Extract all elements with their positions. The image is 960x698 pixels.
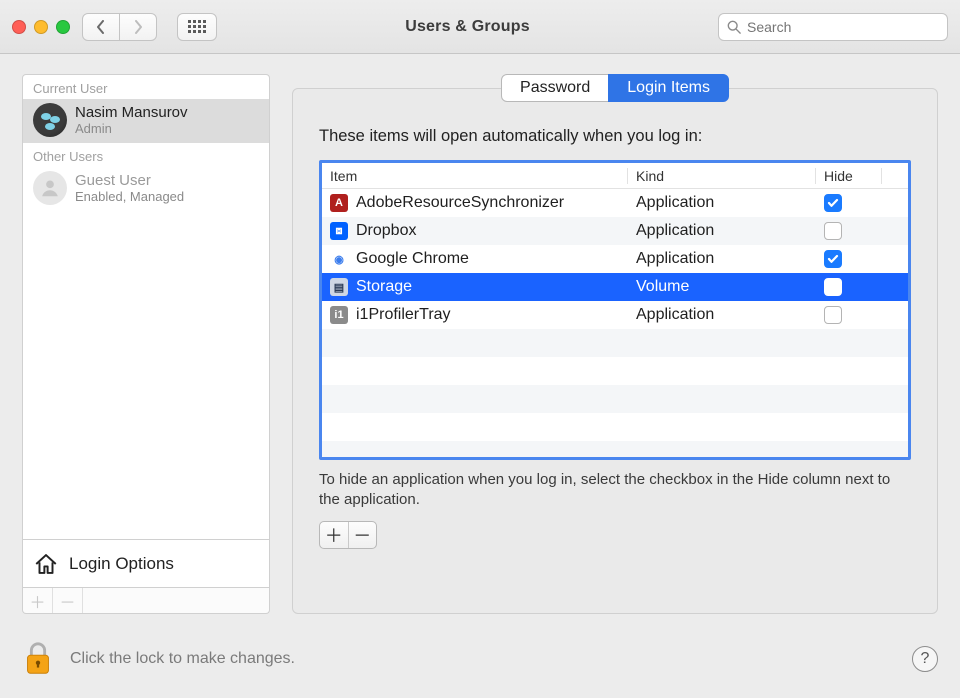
plus-icon: ＋ bbox=[325, 522, 343, 548]
table-row[interactable]: i1 i1ProfilerTray Application bbox=[322, 301, 908, 329]
footer: Click the lock to make changes. ? bbox=[22, 634, 938, 684]
minus-icon: － bbox=[353, 522, 371, 548]
zoom-window-button[interactable] bbox=[56, 20, 70, 34]
item-kind: Application bbox=[628, 194, 816, 212]
lock-icon[interactable] bbox=[22, 640, 54, 678]
section-other-users: Other Users bbox=[23, 143, 269, 167]
item-kind: Volume bbox=[628, 278, 816, 296]
add-user-button[interactable]: ＋ bbox=[23, 588, 53, 613]
login-items-panel: These items will open automatically when… bbox=[292, 88, 938, 614]
remove-login-item-button[interactable]: － bbox=[349, 522, 377, 548]
show-all-prefs-button[interactable] bbox=[177, 13, 217, 41]
user-row-guest[interactable]: Guest User Enabled, Managed bbox=[23, 167, 269, 211]
nav-buttons bbox=[82, 13, 157, 41]
user-name: Guest User bbox=[75, 172, 184, 189]
minimize-window-button[interactable] bbox=[34, 20, 48, 34]
user-role: Admin bbox=[75, 121, 188, 136]
hide-checkbox[interactable] bbox=[824, 250, 842, 268]
hide-checkbox[interactable] bbox=[824, 194, 842, 212]
item-name: Storage bbox=[356, 278, 412, 296]
section-current-user: Current User bbox=[23, 75, 269, 99]
back-button[interactable] bbox=[82, 13, 120, 41]
avatar bbox=[33, 103, 67, 137]
table-header: Item Kind Hide bbox=[322, 163, 908, 189]
titlebar: Users & Groups bbox=[0, 0, 960, 54]
item-name: Dropbox bbox=[356, 222, 416, 240]
search-input[interactable] bbox=[747, 19, 939, 35]
tab-login-items[interactable]: Login Items bbox=[608, 74, 729, 102]
user-sidebar: Current User Nasim Mansurov Admin Other … bbox=[22, 74, 270, 614]
col-hide[interactable]: Hide bbox=[816, 168, 882, 184]
col-item[interactable]: Item bbox=[322, 168, 628, 184]
item-name: i1ProfilerTray bbox=[356, 306, 451, 324]
sidebar-add-remove: ＋ － bbox=[22, 588, 270, 614]
hide-checkbox[interactable] bbox=[824, 306, 842, 324]
hide-checkbox[interactable] bbox=[824, 278, 842, 296]
close-window-button[interactable] bbox=[12, 20, 26, 34]
col-kind[interactable]: Kind bbox=[628, 168, 816, 184]
tab-password[interactable]: Password bbox=[501, 74, 609, 102]
table-row[interactable]: ▤ Storage Volume bbox=[322, 273, 908, 301]
item-kind: Application bbox=[628, 222, 816, 240]
add-login-item-button[interactable]: ＋ bbox=[320, 522, 349, 548]
window-title: Users & Groups bbox=[229, 18, 706, 36]
house-icon bbox=[33, 551, 59, 577]
hide-checkbox[interactable] bbox=[824, 222, 842, 240]
login-options-button[interactable]: Login Options bbox=[22, 540, 270, 588]
app-icon: A bbox=[330, 194, 348, 212]
table-row[interactable]: ◉ Google Chrome Application bbox=[322, 245, 908, 273]
user-row-current[interactable]: Nasim Mansurov Admin bbox=[23, 99, 269, 143]
lock-hint: Click the lock to make changes. bbox=[70, 650, 295, 668]
app-icon: ⧈ bbox=[330, 222, 348, 240]
avatar-guest-icon bbox=[33, 171, 67, 205]
app-icon: ◉ bbox=[330, 250, 348, 268]
panel-hint: To hide an application when you log in, … bbox=[319, 470, 911, 511]
search-field[interactable] bbox=[718, 13, 948, 41]
help-button[interactable]: ? bbox=[912, 646, 938, 672]
tab-bar: Password Login Items bbox=[501, 74, 729, 102]
table-row[interactable]: A AdobeResourceSynchronizer Application bbox=[322, 189, 908, 217]
window-controls bbox=[12, 20, 70, 34]
login-items-table: Item Kind Hide A AdobeResourceSynchronize… bbox=[319, 160, 911, 460]
app-icon: ▤ bbox=[330, 278, 348, 296]
item-name: AdobeResourceSynchronizer bbox=[356, 194, 564, 212]
user-role: Enabled, Managed bbox=[75, 189, 184, 204]
login-options-label: Login Options bbox=[69, 554, 174, 574]
table-row[interactable]: ⧈ Dropbox Application bbox=[322, 217, 908, 245]
search-icon bbox=[727, 20, 741, 34]
forward-button[interactable] bbox=[119, 13, 157, 41]
item-name: Google Chrome bbox=[356, 250, 469, 268]
item-kind: Application bbox=[628, 306, 816, 324]
panel-intro: These items will open automatically when… bbox=[319, 127, 911, 146]
remove-user-button[interactable]: － bbox=[53, 588, 83, 613]
app-icon: i1 bbox=[330, 306, 348, 324]
login-items-add-remove: ＋ － bbox=[319, 521, 377, 549]
item-kind: Application bbox=[628, 250, 816, 268]
user-name: Nasim Mansurov bbox=[75, 104, 188, 121]
